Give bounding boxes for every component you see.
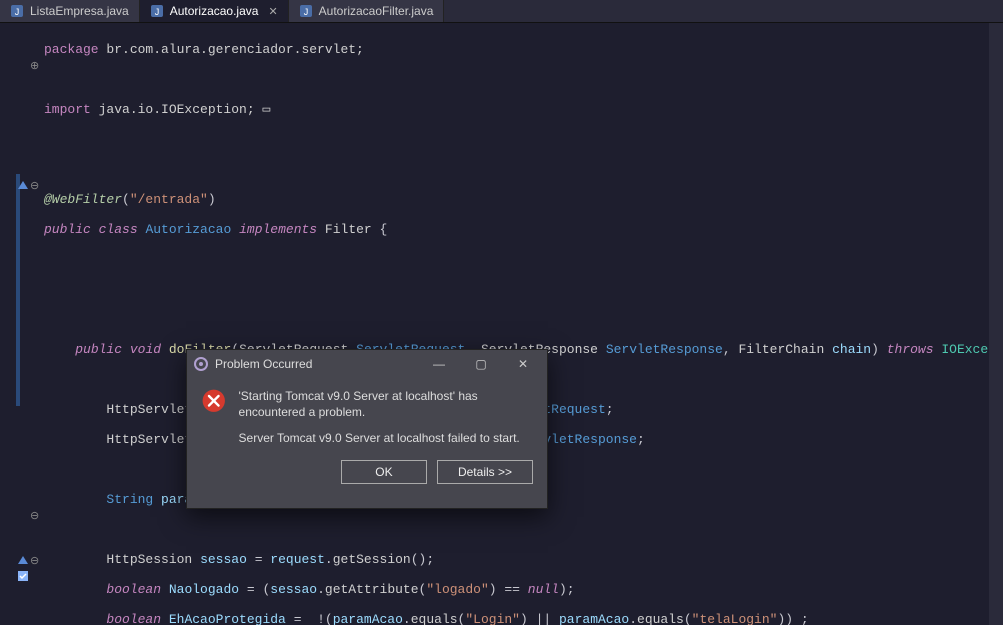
dialog-message-primary: 'Starting Tomcat v9.0 Server at localhos… — [239, 388, 533, 420]
error-icon — [201, 388, 227, 420]
string: "Login" — [465, 612, 520, 625]
maximize-button[interactable]: ▢ — [463, 350, 499, 378]
svg-text:J: J — [154, 7, 159, 17]
param-name: ServletResponse — [606, 342, 723, 357]
import-keyword: import — [44, 102, 91, 117]
tab-autorizacao-filter[interactable]: J AutorizacaoFilter.java — [289, 0, 445, 22]
var: sessao — [200, 552, 247, 567]
interface-name: Filter — [325, 222, 372, 237]
error-dialog: Problem Occurred — ▢ ✕ 'Starting Tomcat … — [186, 349, 548, 509]
minimize-button[interactable]: — — [421, 350, 457, 378]
override-marker-icon — [16, 179, 30, 193]
code-editor[interactable]: package br.com.alura.gerenciador.servlet… — [44, 23, 1003, 625]
var: Naologado — [169, 582, 239, 597]
type: boolean — [106, 582, 161, 597]
param-name: chain — [832, 342, 871, 357]
expr: sessao — [270, 582, 317, 597]
string: "logado" — [426, 582, 488, 597]
type: String — [106, 492, 153, 507]
editor-gutter: ⊕ ⊖ ⊖ ⊖ — [0, 23, 44, 625]
import-path: java.io.IOException; — [91, 102, 255, 117]
task-marker-icon — [16, 569, 30, 583]
kw: class — [99, 222, 138, 237]
kw: public — [75, 342, 122, 357]
expr: paramAcao — [333, 612, 403, 625]
tab-bar: J ListaEmpresa.java J Autorizacao.java ✕… — [0, 0, 1003, 23]
method: equals — [411, 612, 458, 625]
dialog-message-secondary: Server Tomcat v9.0 Server at localhost f… — [239, 430, 533, 446]
svg-text:J: J — [303, 7, 308, 17]
annotation: @WebFilter — [44, 192, 122, 207]
var: EhAcaoProtegida — [169, 612, 286, 625]
method: getAttribute — [325, 582, 419, 597]
fold-collapse-icon[interactable]: ⊖ — [30, 179, 42, 191]
tab-label: ListaEmpresa.java — [30, 4, 129, 18]
fold-collapse-icon[interactable]: ⊖ — [30, 509, 42, 521]
eclipse-icon — [193, 356, 209, 372]
override-marker-icon — [16, 554, 30, 568]
kw: throws — [887, 342, 934, 357]
tab-label: Autorizacao.java — [170, 4, 259, 18]
tab-autorizacao[interactable]: J Autorizacao.java ✕ — [140, 0, 289, 22]
dialog-titlebar[interactable]: Problem Occurred — ▢ ✕ — [187, 350, 547, 378]
method: equals — [637, 612, 684, 625]
expr: request — [270, 552, 325, 567]
class-name: Autorizacao — [145, 222, 231, 237]
type: HttpSession — [106, 552, 192, 567]
close-button[interactable]: ✕ — [505, 350, 541, 378]
java-file-icon: J — [299, 4, 313, 18]
details-button[interactable]: Details >> — [437, 460, 533, 484]
type: boolean — [106, 612, 161, 625]
fold-expand-icon[interactable]: ⊕ — [30, 59, 42, 71]
vertical-scrollbar[interactable] — [989, 23, 1003, 625]
kw: implements — [239, 222, 317, 237]
tab-lista-empresa[interactable]: J ListaEmpresa.java — [0, 0, 140, 22]
string: "telaLogin" — [692, 612, 778, 625]
kw: null — [528, 582, 559, 597]
method: getSession — [333, 552, 411, 567]
change-marker — [16, 174, 20, 406]
param-type: FilterChain — [738, 342, 824, 357]
annotation-arg: "/entrada" — [130, 192, 208, 207]
java-file-icon: J — [10, 4, 24, 18]
kw: void — [130, 342, 161, 357]
expr: paramAcao — [559, 612, 629, 625]
ok-button[interactable]: OK — [341, 460, 427, 484]
tab-label: AutorizacaoFilter.java — [319, 4, 434, 18]
close-icon[interactable]: ✕ — [268, 5, 277, 18]
kw: public — [44, 222, 91, 237]
java-file-icon: J — [150, 4, 164, 18]
svg-text:J: J — [15, 7, 20, 17]
dialog-title: Problem Occurred — [215, 357, 312, 371]
fold-collapse-icon[interactable]: ⊖ — [30, 554, 42, 566]
